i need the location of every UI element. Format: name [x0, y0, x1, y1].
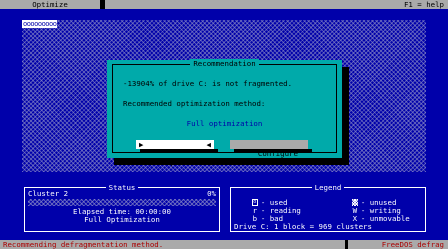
- unmovable-block-icon: X: [352, 214, 358, 223]
- drive-block-info: Drive C: 1 block = 969 clusters: [234, 222, 372, 231]
- drive-map-used-blocks: ooooooooo: [22, 20, 58, 28]
- progress-bar: [28, 199, 216, 206]
- configure-button[interactable]: Configure: [230, 140, 308, 158]
- dialog-title: Recommendation: [113, 59, 336, 68]
- current-cluster: Cluster 2: [28, 189, 69, 198]
- fragmentation-message: -13904% of drive C: is not fragmented.: [123, 79, 293, 88]
- method-label: Recommended optimization method:: [123, 99, 266, 108]
- selected-right-arrow-icon: ▶: [139, 140, 144, 149]
- optimize-button-label: Optimize: [166, 158, 202, 167]
- status-bar: Recommending defragmentation method. Fre…: [0, 240, 448, 249]
- selected-left-arrow-icon: ◀: [206, 140, 211, 149]
- legend-panel: Legend o- used - unused r- reading W- wr…: [230, 183, 426, 232]
- configure-button-label: Configure: [257, 149, 298, 158]
- menu-bar: Optimize F1 = help: [0, 0, 448, 9]
- status-bar-separator: [345, 240, 348, 249]
- progress-percent: 0%: [207, 189, 216, 198]
- status-panel: Status Cluster 2 0% Elapsed time: 00:00:…: [24, 183, 220, 232]
- help-hint[interactable]: F1 = help: [404, 0, 444, 9]
- status-message: Recommending defragmentation method.: [3, 240, 164, 249]
- bad-block-icon: b: [252, 214, 258, 223]
- optimization-method: Full Optimization: [84, 215, 160, 224]
- optimize-button[interactable]: ▶ Optimize ◀: [136, 140, 214, 167]
- recommendation-dialog: Recommendation -13904% of drive C: is no…: [107, 59, 342, 167]
- app-name: FreeDOS defrag: [381, 240, 444, 249]
- recommended-method: Full optimization: [186, 119, 263, 128]
- menu-separator: [100, 0, 105, 9]
- menu-optimize[interactable]: Optimize: [0, 0, 100, 9]
